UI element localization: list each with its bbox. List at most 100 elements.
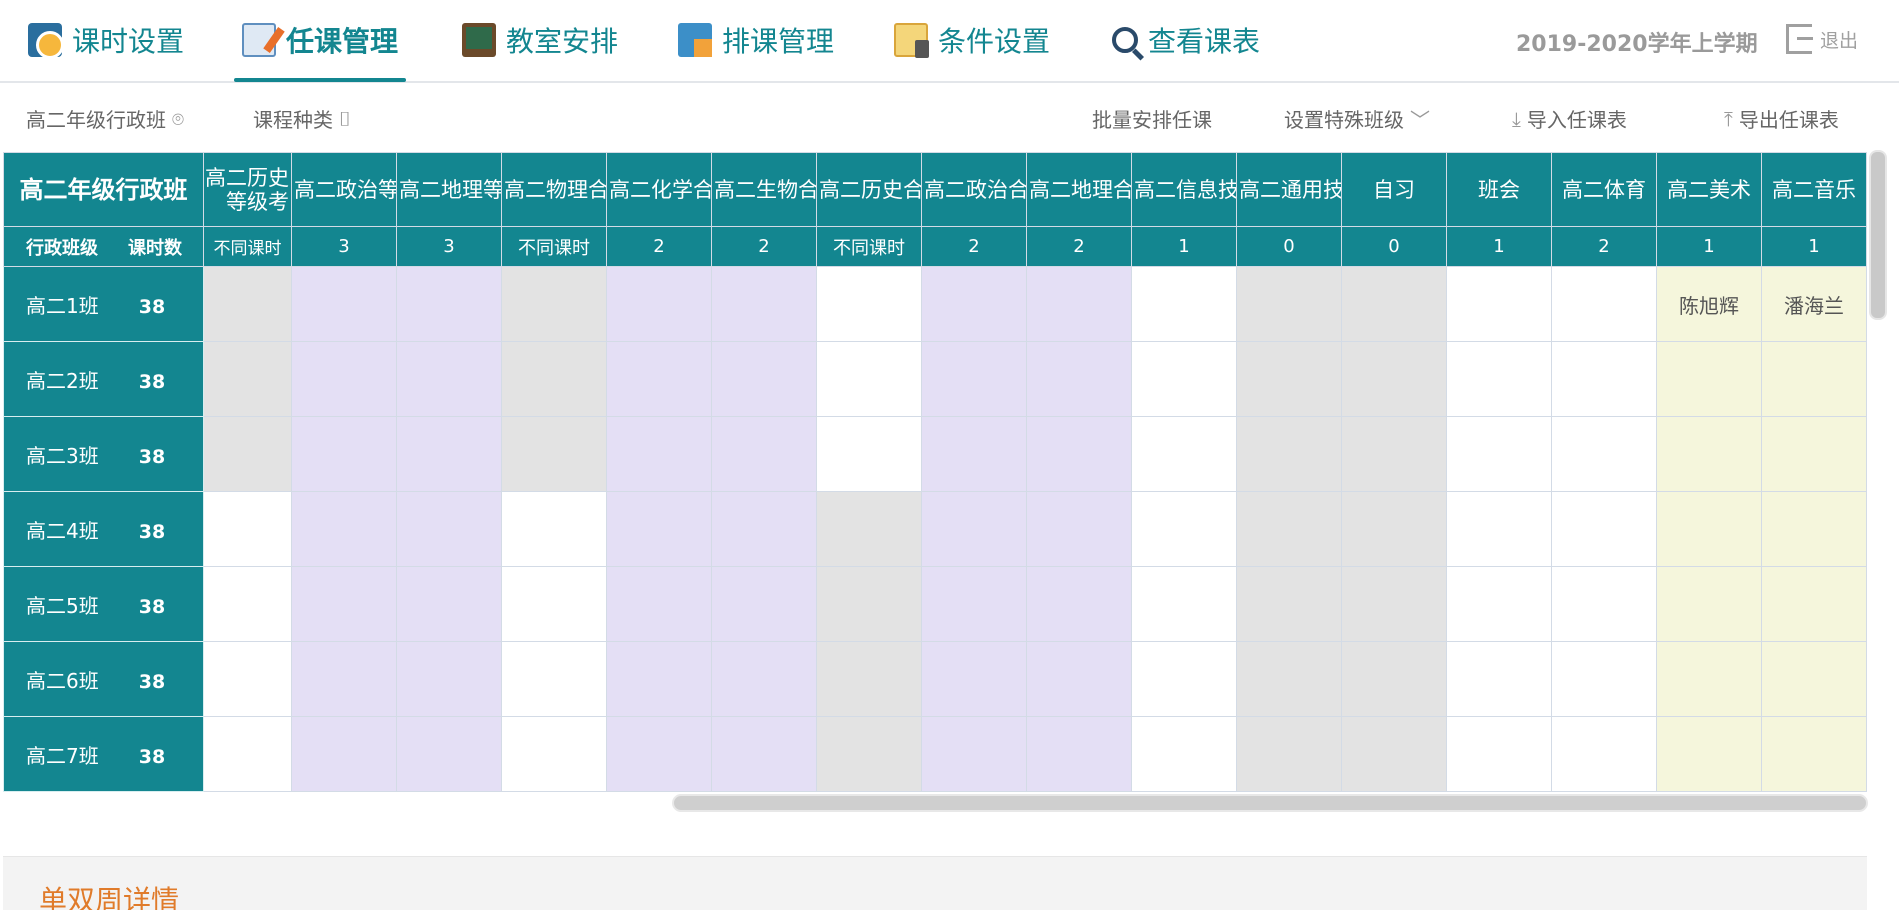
class-row-header[interactable]: 高二4班 38 (3, 491, 204, 567)
class-row-header[interactable]: 高二2班 38 (3, 341, 204, 417)
assignment-cell[interactable] (501, 416, 607, 492)
subject-header[interactable]: 高二物理合格考 (501, 152, 607, 227)
assignment-cell[interactable] (1131, 566, 1237, 642)
assignment-cell[interactable] (1341, 416, 1447, 492)
assignment-cell[interactable] (396, 641, 502, 717)
class-row-header[interactable]: 高二3班 38 (3, 416, 204, 492)
assignment-cell[interactable] (1761, 416, 1867, 492)
assignment-cell[interactable] (1026, 716, 1132, 792)
assignment-cell[interactable] (1446, 341, 1552, 417)
assignment-cell[interactable]: 潘海兰 (1761, 266, 1867, 342)
assignment-cell[interactable] (816, 566, 922, 642)
nav-item-scheduling[interactable]: 排课管理 (678, 0, 834, 80)
assignment-cell[interactable]: 陈旭辉 (1656, 266, 1762, 342)
assignment-cell[interactable] (606, 716, 712, 792)
assignment-cell[interactable] (1761, 341, 1867, 417)
assignment-cell[interactable] (711, 641, 817, 717)
assignment-cell[interactable] (1551, 641, 1657, 717)
assignment-cell[interactable] (921, 341, 1027, 417)
batch-assign-button[interactable]: 批量安排任课 (1092, 104, 1212, 133)
assignment-cell[interactable] (1131, 641, 1237, 717)
class-row-header[interactable]: 高二7班 38 (3, 716, 204, 792)
assignment-cell[interactable] (203, 341, 292, 417)
assignment-cell[interactable] (203, 266, 292, 342)
assignment-cell[interactable] (1446, 716, 1552, 792)
assignment-cell[interactable] (1656, 491, 1762, 567)
assignment-cell[interactable] (711, 491, 817, 567)
assignment-cell[interactable] (1131, 266, 1237, 342)
assignment-cell[interactable] (1446, 641, 1552, 717)
assignment-cell[interactable] (606, 341, 712, 417)
assignment-cell[interactable] (1341, 491, 1447, 567)
assignment-cell[interactable] (606, 641, 712, 717)
assignment-cell[interactable] (1236, 641, 1342, 717)
assignment-cell[interactable] (1026, 266, 1132, 342)
assignment-cell[interactable] (203, 491, 292, 567)
assignment-cell[interactable] (606, 566, 712, 642)
assignment-cell[interactable] (711, 266, 817, 342)
assignment-cell[interactable] (1236, 491, 1342, 567)
assignment-cell[interactable] (203, 566, 292, 642)
assignment-cell[interactable] (921, 716, 1027, 792)
assignment-cell[interactable] (1131, 416, 1237, 492)
subject-header[interactable]: 自习 (1341, 152, 1447, 227)
assignment-cell[interactable] (1341, 341, 1447, 417)
assignment-cell[interactable] (1761, 641, 1867, 717)
assignment-cell[interactable] (203, 641, 292, 717)
assignment-cell[interactable] (1551, 491, 1657, 567)
assignment-cell[interactable] (1446, 566, 1552, 642)
class-row-header[interactable]: 高二5班 38 (3, 566, 204, 642)
assignment-cell[interactable] (501, 716, 607, 792)
assignment-cell[interactable] (1236, 566, 1342, 642)
assignment-cell[interactable] (921, 641, 1027, 717)
nav-item-conditions[interactable]: 条件设置 (894, 0, 1050, 80)
subject-header[interactable]: 高二地理等级考 (396, 152, 502, 227)
export-button[interactable]: ⤒ 导出任课表 (1724, 104, 1839, 133)
assignment-cell[interactable] (1446, 491, 1552, 567)
class-row-header[interactable]: 高二1班 38 (3, 266, 204, 342)
assignment-cell[interactable] (501, 491, 607, 567)
subject-header[interactable]: 高二信息技术 (1131, 152, 1237, 227)
assignment-cell[interactable] (291, 416, 397, 492)
subject-header[interactable]: 高二生物合格考 (711, 152, 817, 227)
assignment-cell[interactable] (1236, 416, 1342, 492)
class-filter[interactable]: 高二年级行政班 ⌾ (26, 104, 184, 133)
assignment-cell[interactable] (396, 266, 502, 342)
assignment-cell[interactable] (711, 341, 817, 417)
assignment-cell[interactable] (1551, 416, 1657, 492)
assignment-cell[interactable] (921, 491, 1027, 567)
subject-header[interactable]: 高二历史合格考 (816, 152, 922, 227)
subject-header[interactable]: 高二地理合格考 (1026, 152, 1132, 227)
assignment-cell[interactable] (1026, 341, 1132, 417)
subject-header[interactable]: 高二音乐 (1761, 152, 1867, 227)
assignment-cell[interactable] (396, 416, 502, 492)
assignment-cell[interactable] (291, 491, 397, 567)
assignment-cell[interactable] (816, 716, 922, 792)
nav-item-view-timetable[interactable]: 查看课表 (1112, 0, 1260, 80)
assignment-cell[interactable] (816, 416, 922, 492)
assignment-cell[interactable] (203, 416, 292, 492)
assignment-cell[interactable] (1656, 341, 1762, 417)
assignment-cell[interactable] (1656, 716, 1762, 792)
subject-header[interactable]: 高二化学合格考 (606, 152, 712, 227)
subject-header[interactable]: 高二美术 (1656, 152, 1762, 227)
assignment-cell[interactable] (396, 716, 502, 792)
assignment-cell[interactable] (1551, 341, 1657, 417)
assignment-cell[interactable] (816, 266, 922, 342)
assignment-cell[interactable] (1131, 716, 1237, 792)
assignment-cell[interactable] (1341, 641, 1447, 717)
special-class-dropdown[interactable]: 设置特殊班级 ﹀ (1284, 104, 1430, 133)
assignment-cell[interactable] (203, 716, 292, 792)
subject-header[interactable]: 高二政治合格考 (921, 152, 1027, 227)
assignment-cell[interactable] (501, 341, 607, 417)
import-button[interactable]: ⤓ 导入任课表 (1512, 104, 1627, 133)
subject-header[interactable]: 班会 (1446, 152, 1552, 227)
assignment-cell[interactable] (1656, 641, 1762, 717)
assignment-cell[interactable] (501, 566, 607, 642)
assignment-cell[interactable] (1236, 266, 1342, 342)
assignment-cell[interactable] (1656, 566, 1762, 642)
assignment-cell[interactable] (711, 416, 817, 492)
assignment-cell[interactable] (1446, 416, 1552, 492)
subject-header[interactable]: 高二历史等级考 (203, 152, 292, 227)
assignment-cell[interactable] (396, 341, 502, 417)
